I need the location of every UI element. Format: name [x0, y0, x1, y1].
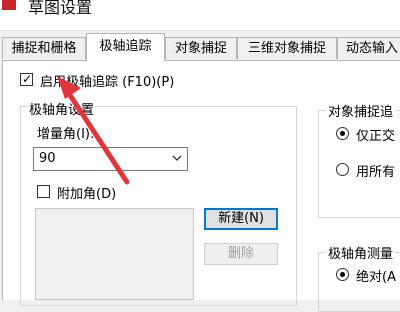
tab-3d-object-snap[interactable]: 三维对象捕捉: [237, 37, 337, 59]
radio-selected-dot: [340, 131, 345, 136]
increment-angle-value: 90: [39, 151, 56, 166]
absolute-label: 绝对(A: [356, 270, 396, 285]
increment-angle-label: 增量角(I):: [37, 127, 95, 142]
delete-angle-button[interactable]: 删除: [204, 243, 278, 265]
tab-polar-tracking[interactable]: 极轴追踪: [86, 33, 165, 61]
orthogonal-only-label: 仅正交: [356, 129, 396, 144]
enable-polar-tracking-checkbox[interactable]: ✓: [20, 72, 33, 86]
app-icon: [2, 0, 16, 10]
all-polar-angles-label: 用所有: [356, 165, 396, 180]
additional-angles-list[interactable]: [35, 208, 194, 300]
tab-snap-grid[interactable]: 捕捉和栅格: [2, 37, 86, 59]
enable-polar-tracking-label: 启用极轴追踪 (F10)(P): [40, 75, 175, 90]
object-snap-tracking-title: 对象捕捉追: [326, 101, 396, 120]
absolute-radio[interactable]: [336, 268, 349, 281]
tab-dynamic-input[interactable]: 动态输入: [337, 37, 400, 59]
all-polar-angles-radio[interactable]: [336, 163, 349, 176]
checkmark-icon: ✓: [22, 72, 33, 86]
window-title: 草图设置: [28, 0, 93, 17]
tab-object-snap[interactable]: 对象捕捉: [165, 37, 237, 59]
additional-angles-label: 附加角(D): [57, 187, 117, 202]
title-bar: 草图设置: [0, 0, 400, 31]
polar-angle-measurement-title: 极轴角测量: [326, 243, 396, 262]
chevron-down-icon: [172, 155, 182, 161]
radio-selected-dot: [340, 272, 345, 277]
polar-angle-settings-title: 极轴角设置: [27, 99, 97, 118]
new-angle-button[interactable]: 新建(N): [204, 208, 278, 230]
increment-angle-select[interactable]: 90: [33, 147, 188, 171]
orthogonal-only-radio[interactable]: [336, 127, 349, 140]
additional-angles-checkbox[interactable]: [37, 185, 50, 198]
